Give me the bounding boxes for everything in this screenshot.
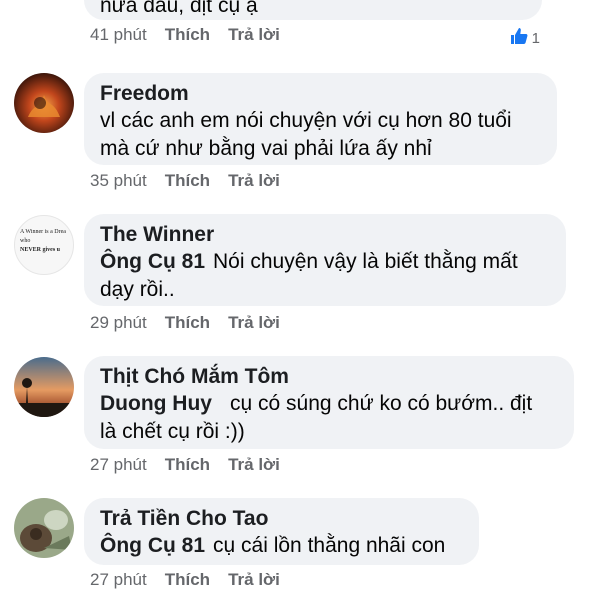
comment-text: dạy rồi..: [100, 278, 175, 301]
comment-text: Ông Cụ 81 Nói chuyện vậy là biết thằng mấ…: [100, 248, 554, 276]
reply-button[interactable]: Trả lời: [228, 570, 280, 590]
avatar-text: A Winner is a Drea: [20, 229, 66, 235]
avatar[interactable]: [14, 357, 74, 417]
comment-actions: 35 phút Thích Trả lời: [90, 169, 298, 193]
comment-text: Ông Cụ 81 cụ cái lồn thằng nhãi con: [100, 532, 467, 560]
comment-bubble: The Winner Ông Cụ 81 Nói chuyện vậy là bi…: [84, 214, 566, 306]
mention-tag[interactable]: Ông Cụ 81: [100, 534, 205, 557]
reaction-badge[interactable]: 1: [510, 28, 540, 48]
avatar-text: who: [20, 238, 31, 244]
comment-text: là chết cụ rồi :)): [100, 420, 245, 443]
comment-text: mà cứ như bằng vai phải lứa ấy nhỉ: [100, 137, 432, 160]
comment-actions: 29 phút Thích Trả lời: [90, 311, 298, 335]
like-button[interactable]: Thích: [165, 313, 210, 333]
comment-text-part: cụ có súng chứ ko có bướm.. địt: [229, 392, 533, 415]
avatar-text: NEVER gives u: [20, 247, 61, 253]
comment-text: Duong Huy cụ có súng chứ ko có bướm.. địt: [100, 390, 562, 418]
comment-author[interactable]: Trả Tiền Cho Tao: [100, 506, 467, 532]
comment-author[interactable]: Freedom: [100, 81, 545, 107]
comment-actions: 41 phút Thích Trả lời: [90, 23, 298, 47]
like-button[interactable]: Thích: [165, 455, 210, 475]
reaction-count: 1: [531, 29, 540, 47]
comment-bubble: Freedom vl các anh em nói chuyện với cụ …: [84, 73, 557, 165]
mention-tag[interactable]: Duong Huy: [100, 392, 212, 415]
mention-tag[interactable]: Ông Cụ 81: [100, 250, 205, 273]
comment-time[interactable]: 29 phút: [90, 313, 147, 333]
comment-author[interactable]: The Winner: [100, 222, 554, 248]
comment-time[interactable]: 27 phút: [90, 570, 147, 590]
comment-bubble: Trả Tiền Cho Tao Ông Cụ 81 cụ cái lồn thằ…: [84, 498, 479, 565]
reply-button[interactable]: Trả lời: [228, 313, 280, 333]
comment-time[interactable]: 27 phút: [90, 455, 147, 475]
comment-author[interactable]: Thịt Chó Mắm Tôm: [100, 364, 562, 390]
avatar[interactable]: [14, 73, 74, 133]
comment-text-part: cụ cái lồn thằng nhãi con: [213, 534, 446, 557]
comment-bubble: nửa đầu, địt cụ ạ: [84, 0, 542, 20]
comment-time[interactable]: 41 phút: [90, 25, 147, 45]
reply-button[interactable]: Trả lời: [228, 171, 280, 191]
comment-actions: 27 phút Thích Trả lời: [90, 453, 298, 477]
avatar[interactable]: [14, 498, 74, 558]
like-button[interactable]: Thích: [165, 570, 210, 590]
reply-button[interactable]: Trả lời: [228, 25, 280, 45]
like-thumb-icon: [510, 27, 528, 49]
comment-text: nửa đầu, địt cụ ạ: [100, 0, 258, 17]
reply-button[interactable]: Trả lời: [228, 455, 280, 475]
comment-text: vl các anh em nói chuyện với cụ hơn 80 t…: [100, 109, 512, 132]
comment-text-part: Nói chuyện vậy là biết thằng mất: [213, 250, 518, 273]
like-button[interactable]: Thích: [165, 25, 210, 45]
comment-bubble: Thịt Chó Mắm Tôm Duong Huy cụ có súng chứ…: [84, 356, 574, 449]
avatar[interactable]: A Winner is a Drea who NEVER gives u: [14, 215, 74, 275]
comment-time[interactable]: 35 phút: [90, 171, 147, 191]
like-button[interactable]: Thích: [165, 171, 210, 191]
comment-actions: 27 phút Thích Trả lời: [90, 568, 298, 592]
